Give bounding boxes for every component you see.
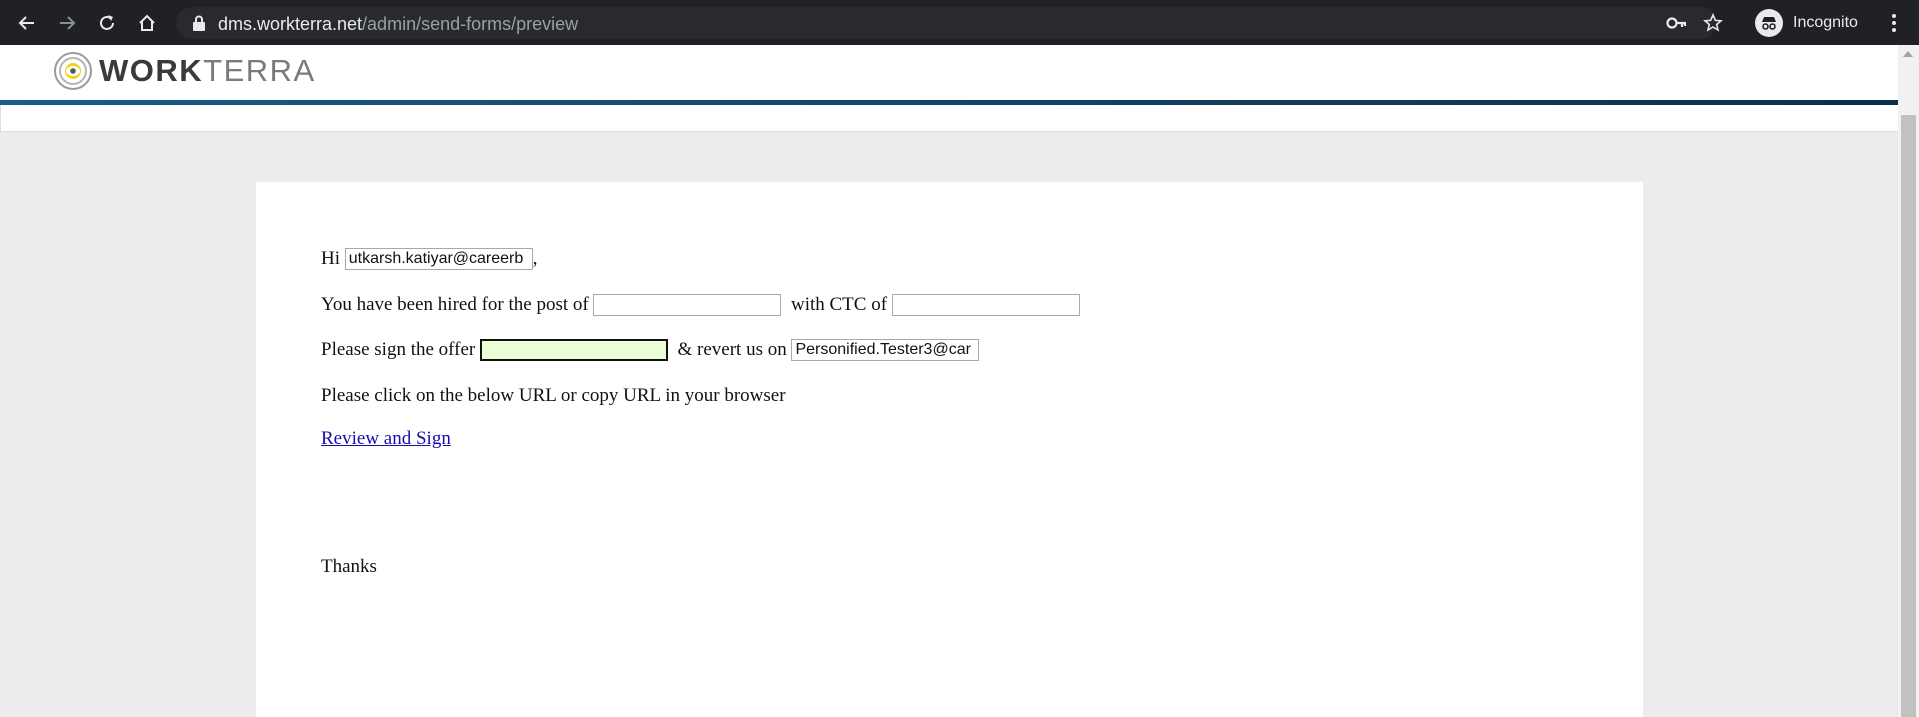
revert-email-field[interactable]: Personified.Tester3@car <box>791 339 980 361</box>
browser-toolbar: dms.workterra.net/admin/send-forms/previ… <box>0 0 1919 45</box>
closing-text: Thanks <box>321 556 377 577</box>
brand-name: WORKTERRA <box>99 53 316 89</box>
forward-button[interactable] <box>52 8 82 38</box>
greeting-prefix: Hi <box>321 248 340 269</box>
scroll-up-arrow-icon[interactable] <box>1903 51 1913 57</box>
home-icon <box>139 14 155 31</box>
url-path: /admin/send-forms/preview <box>362 14 579 34</box>
reload-icon <box>100 15 114 30</box>
app-header: WORKTERRA <box>0 45 1898 100</box>
offer-letter-preview: Hi utkarsh.katiyar@careerb , You have be… <box>256 182 1643 717</box>
more-vertical-icon[interactable] <box>1882 11 1906 35</box>
arrow-left-icon <box>18 16 34 30</box>
lock-icon <box>193 15 205 31</box>
brand-light: TERRA <box>203 53 316 88</box>
url-instruction-line: Please click on the below URL or copy UR… <box>321 385 786 406</box>
sign-line: Please sign the offer & revert us on Per… <box>321 339 980 361</box>
key-icon[interactable] <box>1666 15 1688 31</box>
scroll-thumb[interactable] <box>1901 115 1916 717</box>
incognito-icon <box>1755 9 1783 37</box>
page-scrollbar[interactable] <box>1898 45 1919 717</box>
url-text: dms.workterra.net/admin/send-forms/previ… <box>218 14 578 35</box>
hired-line: You have been hired for the post of with… <box>321 294 1080 316</box>
brand-bold: WORK <box>99 53 204 88</box>
revert-text: & revert us on <box>677 339 787 360</box>
address-bar[interactable]: dms.workterra.net/admin/send-forms/previ… <box>176 7 1723 39</box>
ctc-text: with CTC of <box>790 294 888 315</box>
reload-button[interactable] <box>92 8 122 38</box>
hired-text: You have been hired for the post of <box>321 294 589 315</box>
recipient-email-field[interactable]: utkarsh.katiyar@careerb <box>344 248 533 270</box>
incognito-label: Incognito <box>1793 14 1858 31</box>
bookmark-star-icon[interactable] <box>1703 13 1723 33</box>
review-link-line: Review and Sign <box>321 428 451 450</box>
back-button[interactable] <box>12 8 42 38</box>
home-button[interactable] <box>132 8 162 38</box>
sub-header-bar <box>0 105 1898 132</box>
url-host: dms.workterra.net <box>218 14 363 34</box>
post-field[interactable] <box>593 294 782 316</box>
ctc-field[interactable] <box>891 294 1080 316</box>
arrow-right-icon <box>60 16 76 30</box>
workterra-logo[interactable]: WORKTERRA <box>53 50 316 92</box>
review-and-sign-link[interactable]: Review and Sign <box>321 428 451 450</box>
greeting-suffix: , <box>532 248 538 269</box>
incognito-profile[interactable]: Incognito <box>1755 8 1858 38</box>
greeting-line: Hi utkarsh.katiyar@careerb , <box>321 248 538 270</box>
target-logo-icon <box>54 52 92 90</box>
sign-text: Please sign the offer <box>321 339 476 360</box>
sign-offer-field[interactable] <box>480 339 668 361</box>
